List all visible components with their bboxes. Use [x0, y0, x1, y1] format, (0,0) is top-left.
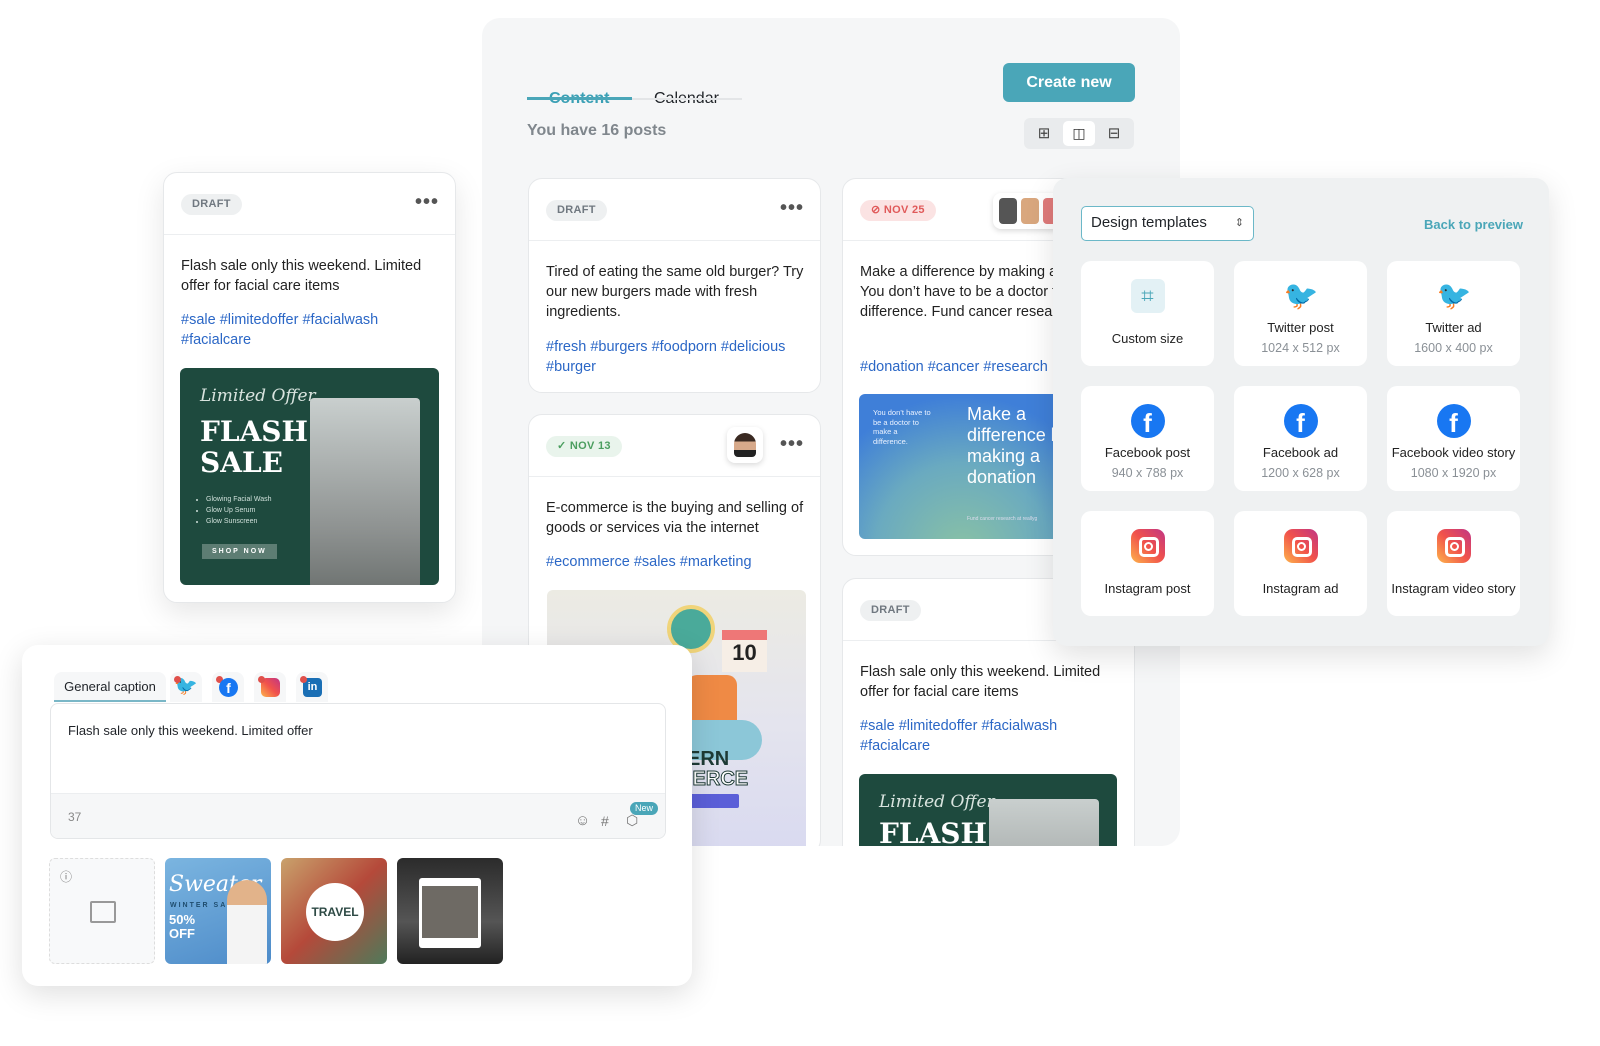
new-badge: New	[630, 802, 659, 815]
post-card[interactable]: DRAFT ••• Tired of eating the same old bu…	[528, 178, 821, 393]
more-options-icon[interactable]: •••	[780, 433, 804, 456]
template-twitter-ad[interactable]: 🐦 Twitter ad 1600 x 400 px	[1387, 261, 1520, 366]
instagram-icon	[1436, 529, 1471, 563]
tab-active-indicator	[527, 97, 632, 100]
caption-text[interactable]: Flash sale only this weekend. Limited of…	[68, 723, 313, 738]
post-hashtags: #fresh #burgers #foodporn #delicious #bu…	[546, 339, 786, 375]
post-hashtags: #sale #limitedoffer #facialwash #facialc…	[181, 312, 379, 348]
instagram-icon	[1283, 529, 1318, 563]
image-placeholder-icon	[90, 901, 116, 923]
info-icon: ⓘ	[60, 870, 73, 884]
post-text: Flash sale only this weekend. Limited of…	[181, 258, 422, 294]
draft-badge: DRAFT	[860, 600, 921, 621]
avatar	[727, 427, 763, 463]
floating-post-card[interactable]: DRAFT ••• Flash sale only this weekend. L…	[163, 172, 456, 603]
post-text: E-commerce is the buying and selling of …	[546, 500, 804, 536]
template-custom-size[interactable]: ⌗ Custom size	[1081, 261, 1214, 366]
back-to-preview-link[interactable]: Back to preview	[1424, 217, 1523, 232]
template-facebook-video-story[interactable]: f Facebook video story 1080 x 1920 px	[1387, 386, 1520, 491]
post-hashtags: #sale #limitedoffer #facialwash #facialc…	[860, 718, 1058, 754]
media-thumbnail[interactable]: TRAVEL	[281, 858, 387, 964]
template-size: 940 x 788 px	[1111, 466, 1184, 480]
scheduled-badge: ⊘ NOV 25	[860, 200, 936, 221]
chevron-updown-icon: ⇕	[1234, 217, 1244, 229]
template-twitter-post[interactable]: 🐦 Twitter post 1024 x 512 px	[1234, 261, 1367, 366]
template-name: Instagram ad	[1262, 581, 1339, 596]
caption-textarea[interactable]: Flash sale only this weekend. Limited of…	[50, 703, 666, 839]
twitter-icon: 🐦	[1436, 280, 1472, 311]
more-options-icon[interactable]: •••	[780, 197, 804, 220]
template-name: Instagram video story	[1391, 581, 1516, 596]
template-facebook-ad[interactable]: f Facebook ad 1200 x 628 px	[1234, 386, 1367, 491]
tab-facebook[interactable]: f	[212, 672, 244, 702]
template-name: Facebook video story	[1391, 445, 1516, 460]
crop-icon: ⌗	[1130, 279, 1165, 313]
post-hashtags: #ecommerce #sales #marketing	[546, 554, 752, 570]
tab-general-caption[interactable]: General caption	[54, 672, 166, 702]
template-select[interactable]: Design templates ⇕	[1081, 206, 1254, 241]
view-toggle: ⊞ ◫ ⊟	[1024, 118, 1134, 149]
design-templates-panel: Design templates ⇕ Back to preview ⌗ Custo…	[1053, 178, 1549, 646]
facebook-icon: f	[219, 678, 238, 697]
template-instagram-post[interactable]: Instagram post	[1081, 511, 1214, 616]
rows-icon[interactable]: ⊟	[1098, 121, 1130, 146]
more-options-icon[interactable]: •••	[415, 191, 439, 214]
post-text: Flash sale only this weekend. Limited of…	[860, 664, 1101, 700]
template-name: Twitter post	[1267, 320, 1334, 335]
template-size: 1600 x 400 px	[1414, 341, 1493, 355]
template-instagram-ad[interactable]: Instagram ad	[1234, 511, 1367, 616]
emoji-icon[interactable]: ☺	[575, 812, 590, 829]
template-size: 1024 x 512 px	[1261, 341, 1340, 355]
template-instagram-video-story[interactable]: Instagram video story	[1387, 511, 1520, 616]
post-count: You have 16 posts	[527, 122, 667, 139]
facebook-icon: f	[1283, 404, 1318, 438]
template-name: Twitter ad	[1425, 320, 1482, 335]
template-facebook-post[interactable]: f Facebook post 940 x 788 px	[1081, 386, 1214, 491]
caption-editor: General caption 🐦 f in Flash sale only t…	[22, 645, 692, 986]
template-name: Instagram post	[1104, 581, 1191, 596]
grid-icon[interactable]: ⊞	[1028, 121, 1060, 146]
instagram-icon	[1130, 529, 1165, 563]
facebook-icon: f	[1130, 404, 1165, 438]
tab-linkedin[interactable]: in	[296, 672, 328, 702]
template-size: 1200 x 628 px	[1261, 466, 1340, 480]
hashtag-icon[interactable]: #	[601, 813, 609, 829]
published-badge: ✓ NOV 13	[546, 436, 622, 457]
tab-instagram[interactable]	[254, 672, 286, 702]
tab-twitter[interactable]: 🐦	[170, 672, 202, 702]
caption-footer: 37 ☺ # ⬡ New	[51, 793, 665, 838]
template-name: Facebook post	[1104, 445, 1191, 460]
columns-icon[interactable]: ◫	[1063, 121, 1095, 146]
post-text: Tired of eating the same old burger? Try…	[546, 264, 804, 320]
media-thumbnail[interactable]: Sweater WINTER SALE 50% OFF	[165, 858, 271, 964]
flash-sale-image: Limited Offer FLASHSALE Glowing Facial W…	[180, 368, 439, 585]
template-size: 1080 x 1920 px	[1410, 466, 1497, 480]
template-name: Custom size	[1111, 331, 1184, 346]
facebook-icon: f	[1436, 404, 1471, 438]
add-media-slot[interactable]: ⓘ	[49, 858, 155, 964]
create-new-button[interactable]: Create new	[1003, 63, 1135, 102]
draft-badge: DRAFT	[181, 194, 242, 215]
twitter-icon: 🐦	[1283, 280, 1319, 311]
media-thumbnail[interactable]	[397, 858, 503, 964]
draft-badge: DRAFT	[546, 200, 607, 221]
template-name: Facebook ad	[1262, 445, 1339, 460]
character-count: 37	[68, 810, 82, 824]
